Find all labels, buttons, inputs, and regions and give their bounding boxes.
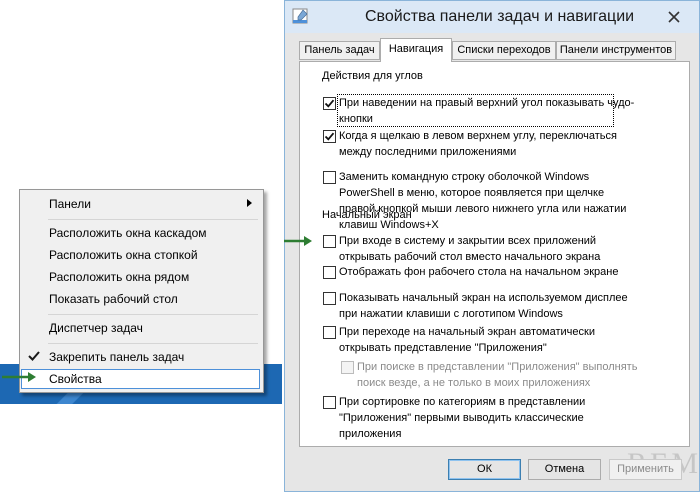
tab-navigation[interactable]: Навигация bbox=[380, 38, 452, 62]
menu-item-cascade[interactable]: Расположить окна каскадом bbox=[21, 223, 260, 243]
navigation-tab-panel: Действия для углов При наведении на прав… bbox=[299, 61, 690, 447]
checkbox[interactable] bbox=[323, 326, 336, 339]
pointer-arrow-icon bbox=[284, 236, 312, 246]
checkmark-icon bbox=[28, 351, 40, 361]
taskbar-context-menu: Панели Расположить окна каскадом Располо… bbox=[19, 189, 264, 393]
menu-item-show-desktop[interactable]: Показать рабочий стол bbox=[21, 289, 260, 309]
option-label: Отображать фон рабочего стола на начальн… bbox=[339, 266, 619, 278]
taskbar-properties-icon bbox=[292, 8, 308, 24]
menu-item-panels[interactable]: Панели bbox=[21, 194, 260, 214]
option-label: При поиске в представлении "Приложения" … bbox=[357, 361, 638, 389]
ok-button[interactable]: ОК bbox=[448, 459, 521, 480]
menu-separator bbox=[48, 314, 258, 315]
tab-taskbar[interactable]: Панель задач bbox=[299, 41, 380, 60]
option-label: При входе в систему и закрытии всех прил… bbox=[339, 235, 601, 263]
checkbox[interactable] bbox=[323, 130, 336, 143]
checkbox[interactable] bbox=[323, 396, 336, 409]
menu-separator bbox=[48, 343, 258, 344]
pointer-arrow-icon bbox=[2, 372, 36, 382]
option-label: При переходе на начальный экран автомати… bbox=[339, 326, 595, 354]
submenu-arrow-icon bbox=[247, 199, 252, 207]
checkbox[interactable] bbox=[323, 97, 336, 110]
dialog-title: Свойства панели задач и навигации bbox=[365, 8, 635, 25]
menu-item-task-manager[interactable]: Диспетчер задач bbox=[21, 318, 260, 338]
checkbox[interactable] bbox=[323, 292, 336, 305]
option-label: Заменить командную строку оболочкой Wind… bbox=[339, 171, 627, 231]
option-label: Показывать начальный экран на используем… bbox=[339, 292, 628, 320]
tab-toolbars[interactable]: Панели инструментов bbox=[556, 41, 676, 60]
section-heading-start: Начальный экран bbox=[322, 209, 412, 221]
title-bar[interactable]: Свойства панели задач и навигации bbox=[285, 1, 699, 33]
apply-button[interactable]: Применить bbox=[609, 459, 682, 480]
menu-item-label: Свойства bbox=[49, 372, 102, 386]
properties-dialog: Свойства панели задач и навигации Панель… bbox=[284, 0, 700, 492]
checkbox[interactable] bbox=[323, 266, 336, 279]
menu-item-label: Диспетчер задач bbox=[49, 321, 143, 335]
option-label: Когда я щелкаю в левом верхнем углу, пер… bbox=[339, 130, 617, 158]
option-label: При сортировке по категориям в представл… bbox=[339, 396, 586, 440]
menu-item-side-by-side[interactable]: Расположить окна рядом bbox=[21, 267, 260, 287]
menu-item-stack[interactable]: Расположить окна стопкой bbox=[21, 245, 260, 265]
menu-item-label: Показать рабочий стол bbox=[49, 292, 178, 306]
checkbox[interactable] bbox=[341, 361, 354, 374]
menu-item-label: Панели bbox=[49, 197, 91, 211]
checkbox[interactable] bbox=[323, 171, 336, 184]
menu-item-label: Расположить окна рядом bbox=[49, 270, 190, 284]
cancel-button[interactable]: Отмена bbox=[528, 459, 601, 480]
checkmark-icon bbox=[324, 132, 335, 141]
menu-item-label: Расположить окна каскадом bbox=[49, 226, 207, 240]
checkmark-icon bbox=[324, 99, 335, 108]
section-heading-corners: Действия для углов bbox=[322, 70, 423, 82]
menu-item-lock-taskbar[interactable]: Закрепить панель задач bbox=[21, 347, 260, 367]
option-label: При наведении на правый верхний угол пок… bbox=[339, 97, 635, 125]
menu-separator bbox=[48, 219, 258, 220]
tab-jump-lists[interactable]: Списки переходов bbox=[452, 41, 556, 60]
checkbox[interactable] bbox=[323, 235, 336, 248]
menu-item-label: Расположить окна стопкой bbox=[49, 248, 198, 262]
menu-item-label: Закрепить панель задач bbox=[49, 350, 185, 364]
close-icon[interactable] bbox=[662, 7, 686, 27]
menu-item-properties[interactable]: Свойства bbox=[21, 369, 260, 389]
